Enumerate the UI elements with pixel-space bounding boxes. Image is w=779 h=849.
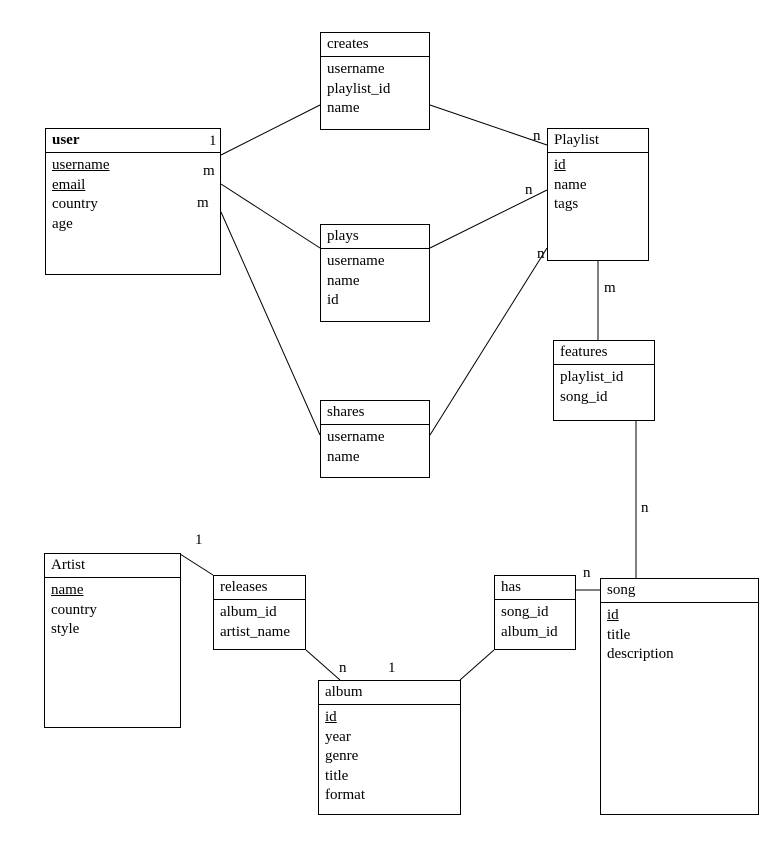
- attr-features-songid: song_id: [560, 388, 648, 408]
- attr-has-songid: song_id: [501, 603, 569, 623]
- attr-user-age: age: [52, 215, 214, 235]
- attr-features-playlistid: playlist_id: [560, 368, 648, 388]
- entity-shares: shares username name: [320, 400, 430, 478]
- entity-artist-body: name country style: [45, 578, 180, 646]
- attr-playlist-name: name: [554, 176, 642, 196]
- attr-plays-username: username: [327, 252, 423, 272]
- entity-artist: Artist name country style: [44, 553, 181, 728]
- attr-user-username: username: [52, 156, 214, 176]
- card-playlist-features: m: [604, 280, 616, 297]
- attr-playlist-tags: tags: [554, 195, 642, 215]
- entity-playlist: Playlist id name tags: [547, 128, 649, 261]
- attr-plays-name: name: [327, 272, 423, 292]
- entity-song: song id title description: [600, 578, 759, 815]
- attr-plays-id: id: [327, 291, 423, 311]
- attr-user-country: country: [52, 195, 214, 215]
- entity-playlist-body: id name tags: [548, 153, 648, 221]
- card-album-releases: n: [339, 660, 347, 677]
- entity-features-title: features: [554, 341, 654, 365]
- attr-song-id: id: [607, 606, 752, 626]
- card-has-album: 1: [388, 660, 396, 677]
- entity-artist-title: Artist: [45, 554, 180, 578]
- entity-releases: releases album_id artist_name: [213, 575, 306, 650]
- card-user-shares: m: [197, 195, 209, 212]
- entity-song-title: song: [601, 579, 758, 603]
- attr-album-genre: genre: [325, 747, 454, 767]
- entity-album: album id year genre title format: [318, 680, 461, 815]
- entity-user-title: user: [46, 129, 220, 153]
- attr-album-title2: title: [325, 767, 454, 787]
- entity-creates: creates username playlist_id name: [320, 32, 430, 130]
- entity-user: user username email country age: [45, 128, 221, 275]
- entity-album-title: album: [319, 681, 460, 705]
- attr-playlist-id: id: [554, 156, 642, 176]
- entity-releases-title: releases: [214, 576, 305, 600]
- attr-artist-style: style: [51, 620, 174, 640]
- attr-shares-username: username: [327, 428, 423, 448]
- entity-plays-body: username name id: [321, 249, 429, 317]
- card-song-has: n: [583, 565, 591, 582]
- attr-album-id: id: [325, 708, 454, 728]
- attr-song-description: description: [607, 645, 752, 665]
- entity-releases-body: album_id artist_name: [214, 600, 305, 648]
- attr-releases-artistname: artist_name: [220, 623, 299, 643]
- attr-album-format: format: [325, 786, 454, 806]
- entity-creates-body: username playlist_id name: [321, 57, 429, 125]
- attr-releases-albumid: album_id: [220, 603, 299, 623]
- entity-album-body: id year genre title format: [319, 705, 460, 812]
- card-plays-playlist: n: [525, 182, 533, 199]
- card-features-song: n: [641, 500, 649, 517]
- entity-shares-body: username name: [321, 425, 429, 473]
- entity-has-title: has: [495, 576, 575, 600]
- attr-creates-playlistid: playlist_id: [327, 80, 423, 100]
- card-user-plays: m: [203, 163, 215, 180]
- entity-plays-title: plays: [321, 225, 429, 249]
- card-creates-playlist: n: [533, 128, 541, 145]
- entity-has-body: song_id album_id: [495, 600, 575, 648]
- entity-song-body: id title description: [601, 603, 758, 671]
- card-releases-artist: 1: [195, 532, 203, 549]
- entity-features-body: playlist_id song_id: [554, 365, 654, 413]
- attr-creates-name: name: [327, 99, 423, 119]
- entity-user-body: username email country age: [46, 153, 220, 240]
- card-user-creates: 1: [209, 133, 217, 150]
- attr-artist-country: country: [51, 601, 174, 621]
- attr-creates-username: username: [327, 60, 423, 80]
- entity-playlist-title: Playlist: [548, 129, 648, 153]
- attr-shares-name: name: [327, 448, 423, 468]
- entity-has: has song_id album_id: [494, 575, 576, 650]
- attr-artist-name: name: [51, 581, 174, 601]
- card-shares-playlist: n: [537, 246, 545, 263]
- entity-features: features playlist_id song_id: [553, 340, 655, 421]
- attr-song-title2: title: [607, 626, 752, 646]
- entity-creates-title: creates: [321, 33, 429, 57]
- attr-user-email: email: [52, 176, 214, 196]
- entity-shares-title: shares: [321, 401, 429, 425]
- entity-plays: plays username name id: [320, 224, 430, 322]
- attr-has-albumid: album_id: [501, 623, 569, 643]
- attr-album-year: year: [325, 728, 454, 748]
